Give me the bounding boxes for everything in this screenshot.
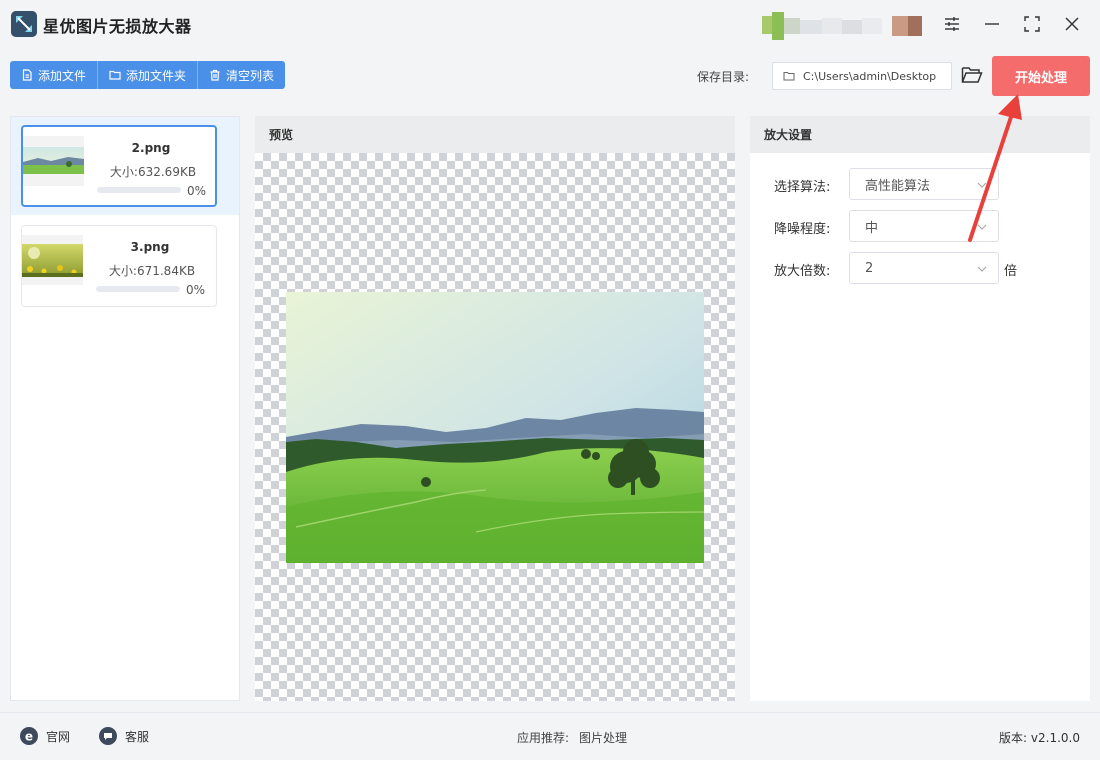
chat-icon — [99, 727, 117, 745]
algorithm-value: 高性能算法 — [865, 178, 931, 194]
file-item[interactable]: 2.png 大小:632.69KB 0% — [21, 125, 217, 207]
file-name: 2.png — [131, 141, 171, 155]
add-folder-label: 添加文件夹 — [126, 68, 187, 83]
settings-icon[interactable] — [940, 12, 964, 36]
toolbar: 添加文件 添加文件夹 清空列表 保存目录: C:\Users\admin\Des… — [0, 48, 1100, 104]
file-icon — [22, 69, 32, 81]
website-label: 官网 — [46, 729, 71, 744]
file-size: 大小:671.84KB — [108, 264, 196, 278]
preview-canvas — [255, 153, 735, 701]
website-link[interactable]: e 官网 — [20, 727, 70, 745]
support-link[interactable]: 客服 — [99, 727, 149, 745]
version-text: 版本: v2.1.0.0 — [999, 731, 1080, 745]
scale-select[interactable]: 2 — [849, 252, 999, 284]
folder-outline-icon — [783, 72, 795, 81]
add-file-label: 添加文件 — [38, 68, 87, 83]
svg-text:e: e — [25, 730, 33, 744]
app-logo-icon — [11, 11, 37, 37]
progress-bar — [96, 286, 180, 292]
chevron-down-icon — [977, 224, 987, 230]
file-item[interactable]: 3.png 大小:671.84KB 0% — [21, 225, 217, 307]
algorithm-select[interactable]: 高性能算法 — [849, 168, 999, 200]
file-button-group: 添加文件 添加文件夹 清空列表 — [10, 61, 286, 89]
progress-percent: 0% — [186, 283, 206, 297]
scale-unit: 倍 — [1004, 264, 1018, 279]
save-dir-field[interactable]: C:\Users\admin\Desktop — [772, 62, 952, 90]
settings-title: 放大设置 — [750, 116, 1090, 153]
chevron-down-icon — [977, 182, 987, 188]
progress-percent: 0% — [187, 184, 207, 198]
clear-list-label: 清空列表 — [226, 68, 275, 83]
minimize-icon[interactable] — [980, 12, 1004, 36]
app-recommend: 应用推荐: 图片处理 — [517, 729, 627, 746]
title-bar: 星优图片无损放大器 — [0, 0, 1100, 48]
denoise-row: 降噪程度: 中 — [774, 210, 1074, 242]
close-icon[interactable] — [1060, 12, 1084, 36]
recommend-label: 应用推荐: — [517, 731, 570, 745]
clear-list-button[interactable]: 清空列表 — [198, 61, 286, 89]
app-title: 星优图片无损放大器 — [43, 17, 192, 36]
recommend-link[interactable]: 图片处理 — [579, 731, 627, 745]
maximize-icon[interactable] — [1020, 12, 1044, 36]
progress-bar — [97, 187, 181, 193]
folder-icon — [109, 70, 121, 80]
preview-panel: 预览 — [255, 116, 735, 701]
denoise-select[interactable]: 中 — [849, 210, 999, 242]
file-thumbnail — [22, 235, 83, 285]
browse-folder-icon[interactable] — [959, 62, 985, 88]
chevron-down-icon — [977, 266, 987, 272]
support-label: 客服 — [125, 729, 150, 744]
save-dir-value: C:\Users\admin\Desktop — [803, 69, 937, 83]
trash-icon — [210, 69, 220, 81]
settings-panel: 放大设置 选择算法: 高性能算法 降噪程度: 中 放大倍数: 2 倍 — [750, 116, 1090, 701]
add-folder-button[interactable]: 添加文件夹 — [98, 61, 199, 89]
denoise-value: 中 — [865, 220, 879, 236]
avatar[interactable] — [762, 12, 922, 40]
save-dir-label: 保存目录: — [697, 70, 750, 84]
footer: e 官网 客服 应用推荐: 图片处理 版本: v2.1.0.0 — [0, 712, 1100, 760]
scale-row: 放大倍数: 2 倍 — [774, 252, 1074, 284]
algorithm-row: 选择算法: 高性能算法 — [774, 168, 1074, 200]
browser-icon: e — [20, 727, 38, 745]
file-list: 2.png 大小:632.69KB 0% 3.png 大小:671.84KB 0… — [10, 116, 240, 701]
add-file-button[interactable]: 添加文件 — [10, 61, 99, 89]
file-name: 3.png — [130, 240, 170, 254]
denoise-label: 降噪程度: — [774, 222, 831, 237]
preview-image — [286, 292, 704, 563]
scale-value: 2 — [865, 260, 874, 276]
algorithm-label: 选择算法: — [774, 180, 831, 195]
file-thumbnail — [23, 136, 84, 186]
start-processing-button[interactable]: 开始处理 — [992, 56, 1090, 96]
scale-label: 放大倍数: — [774, 264, 831, 279]
preview-title: 预览 — [255, 116, 735, 153]
file-size: 大小:632.69KB — [109, 165, 197, 179]
